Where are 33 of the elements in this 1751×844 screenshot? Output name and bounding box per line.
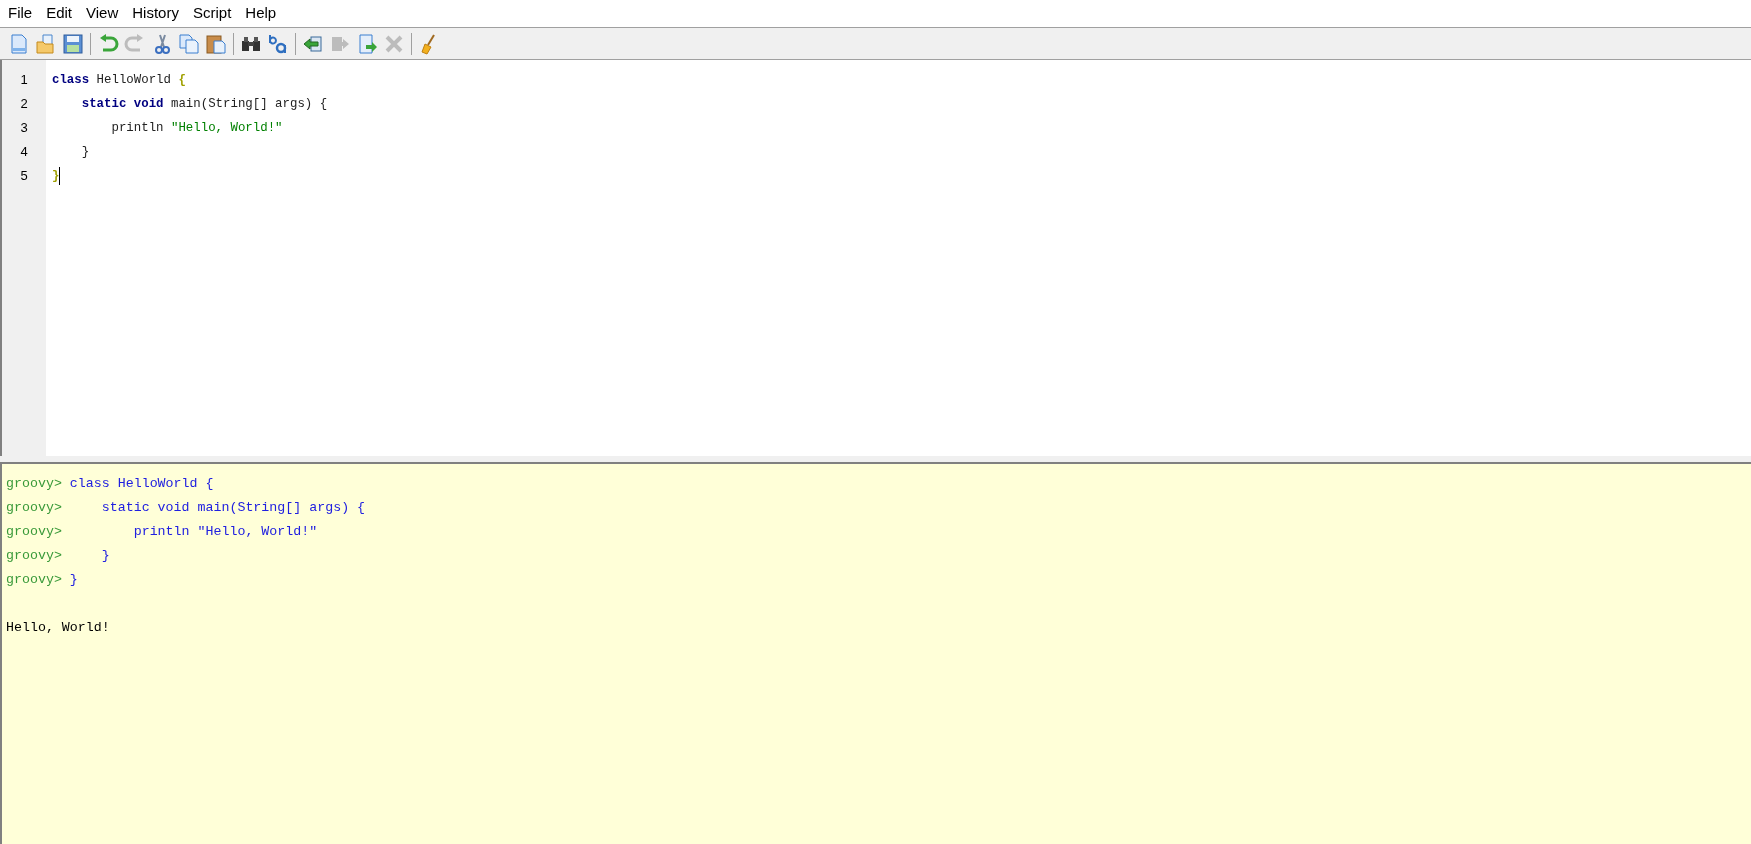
code-line: class HelloWorld { <box>52 72 186 89</box>
clipboard-icon[interactable] <box>205 32 227 55</box>
echoed-code: static void main(String[] args) { <box>100 499 366 517</box>
line-number: 3 <box>19 119 29 137</box>
copy-icon[interactable] <box>178 32 200 55</box>
line-number: 2 <box>19 95 29 113</box>
code-line: static void main(String[] args) { <box>80 96 328 113</box>
code-line: } <box>52 168 60 185</box>
script-run-icon[interactable] <box>356 32 378 55</box>
menu-item[interactable]: Script <box>186 2 238 25</box>
folder-icon[interactable] <box>35 32 57 55</box>
line-number: 4 <box>19 143 29 161</box>
prompt: groovy> <box>6 475 62 493</box>
prompt: groovy> <box>6 523 62 541</box>
echoed-code: class HelloWorld { <box>68 475 214 493</box>
echoed-code: println "Hello, World!" <box>132 523 318 541</box>
echoed-code: } <box>68 571 78 589</box>
program-output: Hello, World! <box>6 619 111 637</box>
new-file-icon[interactable] <box>8 32 30 55</box>
menu-item[interactable]: Edit <box>40 2 79 25</box>
line-number: 1 <box>19 71 29 89</box>
prompt: groovy> <box>6 499 62 517</box>
prompt: groovy> <box>6 571 62 589</box>
echoed-code: } <box>100 547 110 565</box>
menu-item[interactable]: File <box>2 2 39 25</box>
prompt: groovy> <box>6 547 62 565</box>
menu-item[interactable]: Help <box>239 2 283 25</box>
menu-item[interactable]: History <box>126 2 185 25</box>
menu-item[interactable]: View <box>80 2 125 25</box>
line-number: 5 <box>19 167 29 185</box>
replace-letters-icon[interactable] <box>267 32 289 55</box>
code-line: } <box>80 144 90 161</box>
code-line: println "Hello, World!" <box>110 120 283 137</box>
